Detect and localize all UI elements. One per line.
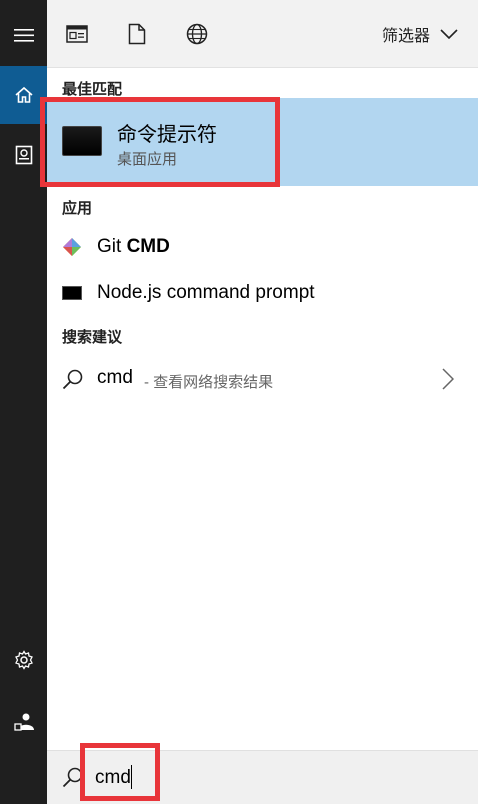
home-button[interactable] — [0, 66, 47, 124]
search-bar — [47, 750, 478, 804]
apps-filter-button[interactable] — [65, 22, 89, 46]
best-match-subtitle: 桌面应用 — [117, 151, 178, 168]
settings-icon — [14, 650, 33, 670]
web-icon — [186, 23, 208, 45]
menu-button[interactable] — [0, 6, 47, 64]
filter-label: 筛选器 — [381, 28, 430, 45]
user-icon — [13, 713, 34, 731]
apps-icon — [66, 25, 88, 43]
suggestion-query: cmd — [97, 367, 133, 388]
text-caret — [131, 765, 132, 789]
top-toolbar: 筛选器 — [47, 0, 478, 68]
document-icon — [15, 145, 32, 165]
search-icon — [62, 767, 83, 788]
chevron-down-icon — [440, 29, 458, 39]
filter-dropdown[interactable]: 筛选器 — [382, 22, 458, 46]
search-input[interactable] — [95, 765, 395, 791]
terminal-icon — [62, 283, 82, 303]
menu-icon — [13, 29, 34, 42]
command-prompt-icon — [62, 126, 102, 156]
left-rail — [0, 0, 47, 804]
section-best-match: 最佳匹配 — [62, 81, 123, 98]
home-icon — [14, 86, 33, 103]
git-icon — [62, 237, 82, 257]
best-match-item[interactable]: 命令提示符 桌面应用 — [47, 98, 478, 186]
app-item-git-cmd[interactable]: Git CMD — [47, 225, 478, 269]
section-suggestions: 搜索建议 — [62, 329, 123, 346]
app-item-nodejs-command-prompt[interactable]: Node.js command prompt — [47, 271, 478, 315]
settings-button[interactable] — [0, 631, 47, 689]
suggestion-description: - 查看网络搜索结果 — [144, 374, 274, 391]
web-filter-button[interactable] — [185, 22, 209, 46]
best-match-title: 命令提示符 — [117, 124, 217, 146]
user-button[interactable] — [0, 692, 47, 750]
documents-button[interactable] — [0, 126, 47, 184]
web-suggestion-item[interactable]: cmd - 查看网络搜索结果 — [47, 356, 478, 402]
app-item-label: Git CMD — [97, 236, 170, 257]
documents-filter-button[interactable] — [125, 22, 149, 46]
section-apps: 应用 — [62, 200, 93, 217]
chevron-right-icon[interactable] — [442, 368, 454, 390]
app-item-label: Node.js command prompt — [97, 282, 315, 303]
search-icon — [62, 369, 83, 390]
document-icon — [128, 23, 146, 45]
search-results: 最佳匹配 命令提示符 桌面应用 应用 Git CMD Node.js comma… — [47, 68, 478, 750]
